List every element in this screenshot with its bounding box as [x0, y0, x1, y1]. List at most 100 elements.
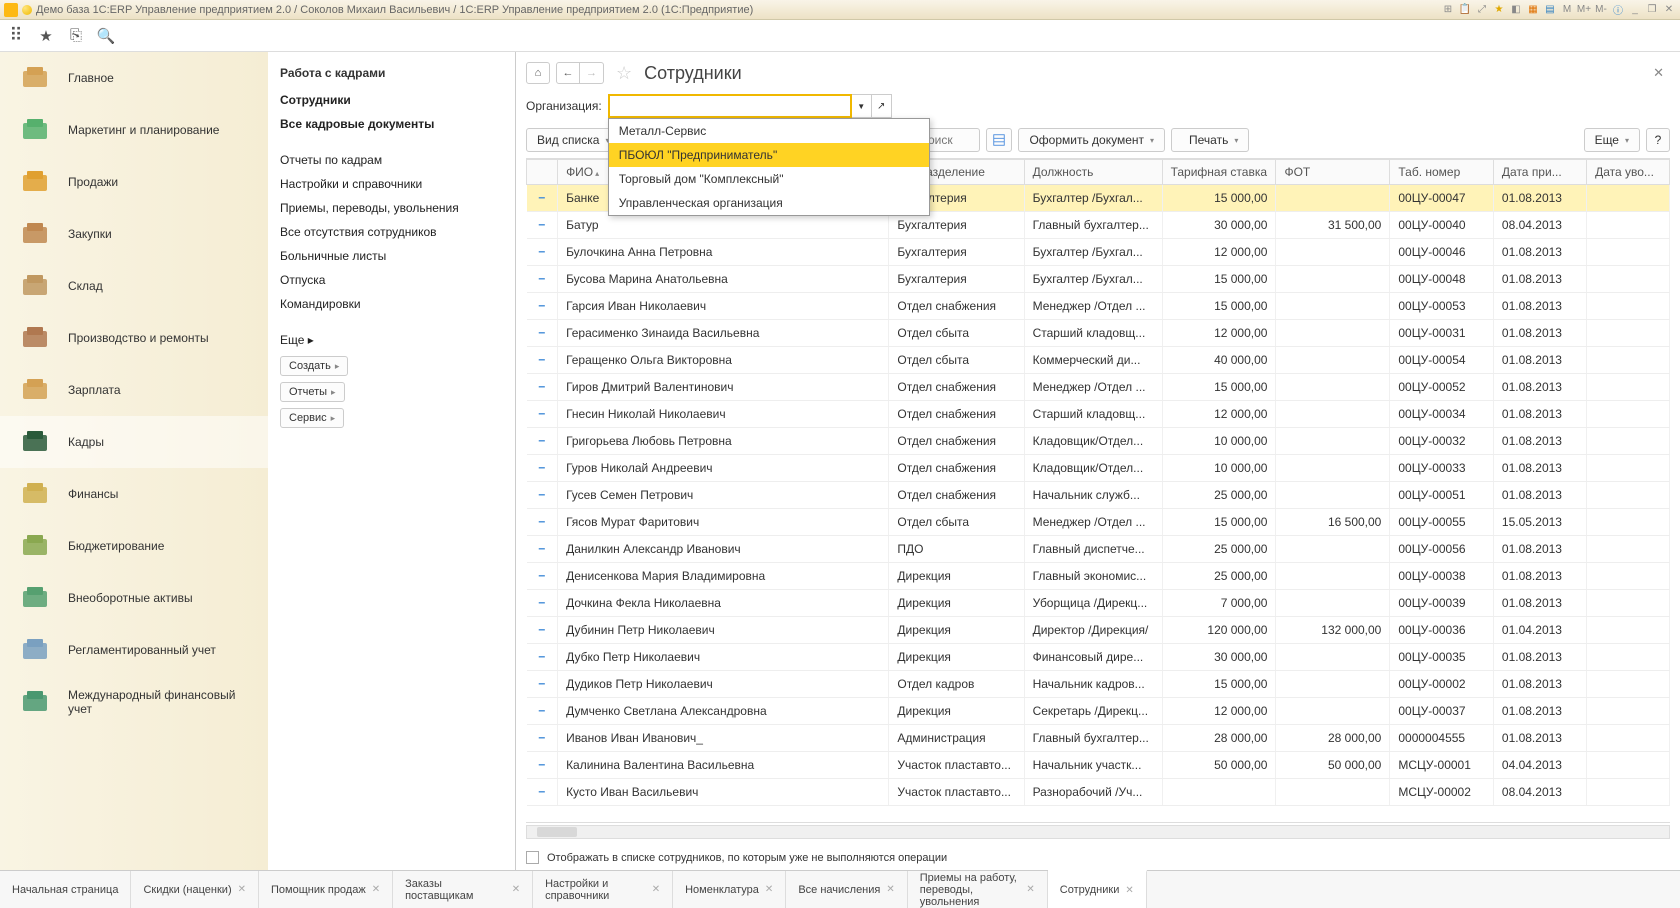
sidebar-item-salary[interactable]: Зарплата [0, 364, 268, 416]
close-btn[interactable]: ✕ [1662, 3, 1676, 17]
more-button[interactable]: Еще [1584, 128, 1640, 152]
table-row[interactable]: 🗕Дудиков Петр НиколаевичОтдел кадровНача… [527, 671, 1670, 698]
table-row[interactable]: 🗕Дочкина Фекла НиколаевнаДирекцияУборщиц… [527, 590, 1670, 617]
title-icon[interactable]: ▦ [1526, 3, 1540, 17]
sidebar-item-intl[interactable]: Международный финансовый учет [0, 676, 268, 728]
maximize-btn[interactable]: ❐ [1645, 3, 1659, 17]
table-row[interactable]: 🗕Данилкин Александр ИвановичПДОГлавный д… [527, 536, 1670, 563]
m-icon[interactable]: M [1560, 3, 1574, 17]
tab-close-icon[interactable]: ✕ [238, 884, 246, 895]
table-row[interactable]: 🗕Кусто Иван ВасильевичУчасток пластавто.… [527, 779, 1670, 806]
subpanel-more[interactable]: Еще ▸ [280, 328, 503, 352]
table-row[interactable]: 🗕Герасименко Зинаида ВасильевнаОтдел сбы… [527, 320, 1670, 347]
subpanel-link[interactable]: Командировки [280, 292, 503, 316]
sidebar-item-reg[interactable]: Регламентированный учет [0, 624, 268, 676]
bottom-tab[interactable]: Скидки (наценки)✕ [131, 871, 259, 908]
col-header[interactable] [527, 160, 558, 185]
sidebar-item-production[interactable]: Производство и ремонты [0, 312, 268, 364]
back-button[interactable]: ← [556, 62, 580, 84]
fav-icon[interactable]: ★ [1492, 3, 1506, 17]
table-row[interactable]: 🗕Григорьева Любовь ПетровнаОтдел снабжен… [527, 428, 1670, 455]
col-header[interactable]: ФОТ [1276, 160, 1390, 185]
dropdown-option[interactable]: ПБОЮЛ "Предприниматель" [609, 143, 929, 167]
table-row[interactable]: 🗕Гнесин Николай НиколаевичОтдел снабжени… [527, 401, 1670, 428]
dropdown-option[interactable]: Торговый дом "Комплексный" [609, 167, 929, 191]
title-icon[interactable]: ◧ [1509, 3, 1523, 17]
sidebar-item-purchase[interactable]: Закупки [0, 208, 268, 260]
sidebar-item-marketing[interactable]: Маркетинг и планирование [0, 104, 268, 156]
h-scrollbar[interactable] [526, 825, 1670, 839]
subpanel-link[interactable]: Все кадровые документы [280, 112, 503, 136]
col-header[interactable]: Таб. номер [1390, 160, 1494, 185]
forward-button[interactable]: → [580, 62, 604, 84]
table-row[interactable]: 🗕Дубинин Петр НиколаевичДирекцияДиректор… [527, 617, 1670, 644]
sidebar-item-budget[interactable]: Бюджетирование [0, 520, 268, 572]
table-row[interactable]: 🗕Геращенко Ольга ВикторовнаОтдел сбытаКо… [527, 347, 1670, 374]
col-header[interactable]: Дата уво... [1587, 160, 1670, 185]
subpanel-link[interactable]: Сотрудники [280, 88, 503, 112]
create-doc-button[interactable]: Оформить документ [1018, 128, 1165, 152]
home-button[interactable]: ⌂ [526, 62, 550, 84]
subpanel-link[interactable]: Отчеты по кадрам [280, 148, 503, 172]
title-icon[interactable]: ⊞ [1441, 3, 1455, 17]
show-inactive-checkbox[interactable] [526, 851, 539, 864]
org-input[interactable] [608, 94, 852, 118]
tab-close-icon[interactable]: ✕ [1026, 884, 1034, 895]
dropdown-option[interactable]: Управленческая организация [609, 191, 929, 215]
m-plus-icon[interactable]: M+ [1577, 3, 1591, 17]
star-icon[interactable]: ★ [38, 28, 54, 44]
subpanel-link[interactable]: Приемы, переводы, увольнения [280, 196, 503, 220]
org-dropdown-button[interactable]: ▼ [852, 94, 872, 118]
tab-close-icon[interactable]: ✕ [652, 884, 660, 895]
minimize-btn[interactable]: _ [1628, 3, 1642, 17]
col-header[interactable]: Дата при... [1493, 160, 1586, 185]
subpanel-link[interactable]: Отпуска [280, 268, 503, 292]
print-button[interactable]: Печать [1171, 128, 1249, 152]
tab-close-icon[interactable]: ✕ [765, 884, 773, 895]
bottom-tab[interactable]: Сотрудники✕ [1048, 870, 1147, 908]
bottom-tab[interactable]: Настройки и справочники✕ [533, 871, 673, 908]
m-minus-icon[interactable]: M- [1594, 3, 1608, 17]
search-icon[interactable]: 🔍 [98, 28, 114, 44]
table-row[interactable]: 🗕Иванов Иван Иванович_АдминистрацияГлавн… [527, 725, 1670, 752]
table-row[interactable]: 🗕Гусев Семен ПетровичОтдел снабженияНача… [527, 482, 1670, 509]
sidebar-item-main[interactable]: Главное [0, 52, 268, 104]
bottom-tab[interactable]: Начальная страница [0, 871, 131, 908]
sidebar-item-assets[interactable]: Внеоборотные активы [0, 572, 268, 624]
subpanel-button[interactable]: Создать [280, 356, 348, 376]
help-button[interactable]: ? [1646, 128, 1670, 152]
sidebar-item-sales[interactable]: Продажи [0, 156, 268, 208]
tab-close-icon[interactable]: ✕ [886, 884, 894, 895]
sidebar-item-finance[interactable]: Финансы [0, 468, 268, 520]
table-row[interactable]: 🗕Калинина Валентина ВасильевнаУчасток пл… [527, 752, 1670, 779]
tab-close-icon[interactable]: ✕ [372, 884, 380, 895]
list-settings-button[interactable] [986, 128, 1012, 152]
title-icon[interactable]: ⤢ [1475, 3, 1489, 17]
subpanel-button[interactable]: Сервис [280, 408, 344, 428]
bottom-tab[interactable]: Номенклатура✕ [673, 871, 786, 908]
close-page-button[interactable]: ✕ [1647, 65, 1670, 81]
sidebar-item-warehouse[interactable]: Склад [0, 260, 268, 312]
subpanel-link[interactable]: Настройки и справочники [280, 172, 503, 196]
org-open-button[interactable]: ↗ [872, 94, 892, 118]
tab-close-icon[interactable]: ✕ [1125, 885, 1133, 896]
table-row[interactable]: 🗕Думченко Светлана АлександровнаДирекция… [527, 698, 1670, 725]
favorite-star-icon[interactable]: ☆ [616, 63, 632, 84]
col-header[interactable]: Тарифная ставка [1162, 160, 1276, 185]
help-icon[interactable]: ⓘ [1611, 3, 1625, 17]
bottom-tab[interactable]: Все начисления✕ [786, 871, 907, 908]
dropdown-option[interactable]: Металл-Сервис [609, 119, 929, 143]
bottom-tab[interactable]: Приемы на работу, переводы, увольнения✕ [908, 871, 1048, 908]
bottom-tab[interactable]: Помощник продаж✕ [259, 871, 393, 908]
sidebar-item-hr[interactable]: Кадры [0, 416, 268, 468]
table-row[interactable]: 🗕Булочкина Анна ПетровнаБухгалтерияБухга… [527, 239, 1670, 266]
table-row[interactable]: 🗕Гиров Дмитрий ВалентиновичОтдел снабжен… [527, 374, 1670, 401]
table-row[interactable]: 🗕Дубко Петр НиколаевичДирекцияФинансовый… [527, 644, 1670, 671]
subpanel-link[interactable]: Больничные листы [280, 244, 503, 268]
tab-close-icon[interactable]: ✕ [512, 884, 520, 895]
bottom-tab[interactable]: Заказы поставщикам✕ [393, 871, 533, 908]
title-icon[interactable]: 📋 [1458, 3, 1472, 17]
table-row[interactable]: 🗕Бусова Марина АнатольевнаБухгалтерияБух… [527, 266, 1670, 293]
table-row[interactable]: 🗕Гуров Николай АндреевичОтдел снабженияК… [527, 455, 1670, 482]
table-row[interactable]: 🗕Денисенкова Мария ВладимировнаДирекцияГ… [527, 563, 1670, 590]
